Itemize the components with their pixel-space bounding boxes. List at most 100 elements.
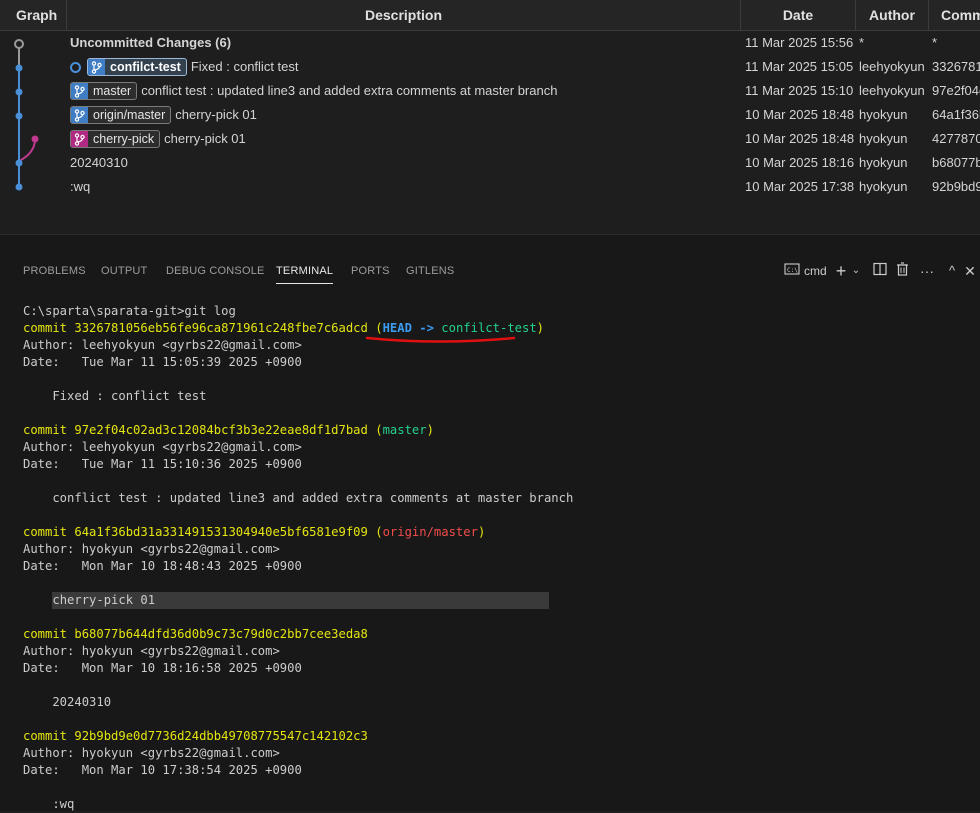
commit-column-header[interactable]: Comm	[929, 0, 980, 30]
date-line: Date: Mon Mar 10 18:16:58 2025 +0900	[23, 661, 302, 675]
commit-row[interactable]: confilct-test Fixed : conflict test 11 M…	[0, 55, 980, 79]
commit-description: Uncommitted Changes (6)	[70, 35, 232, 50]
commit-hash-text: commit 3326781056eb56fe96ca871961c248fbe…	[23, 321, 368, 335]
commit-hash: *	[932, 35, 938, 50]
selected-message-line[interactable]: cherry-pick 01	[52, 592, 550, 609]
commit-date: 10 Mar 2025 18:48	[745, 107, 855, 122]
tab-debug-console[interactable]: DEBUG CONSOLE	[166, 255, 265, 287]
add-terminal-icon[interactable]: +	[833, 261, 849, 281]
author-line: Author: hyokyun <gyrbs22@gmail.com>	[23, 542, 280, 556]
tab-gitlens[interactable]: GITLENS	[406, 255, 454, 287]
branch-ref-label: master	[93, 84, 132, 98]
tab-ports[interactable]: PORTS	[351, 255, 390, 287]
author-line: Author: leehyokyun <gyrbs22@gmail.com>	[23, 440, 302, 454]
branch-icon	[71, 107, 88, 123]
commit-description: cherry-pick 01	[164, 131, 246, 146]
svg-text:C:\: C:\	[787, 267, 798, 274]
remote-ref-label: origin/master	[93, 108, 166, 122]
commit-line: commit 64a1f36bd31a331491531304940e5bf65…	[23, 525, 486, 539]
commit-author: hyokyun	[859, 131, 908, 146]
commit-author: hyokyun	[859, 155, 908, 170]
tab-terminal[interactable]: TERMINAL	[276, 255, 334, 287]
commit-hash: b68077b	[932, 155, 980, 170]
commit-line: commit b68077b644dfd36d0b9c73c79d0c2bb7c…	[23, 627, 368, 641]
author-line: Author: hyokyun <gyrbs22@gmail.com>	[23, 746, 280, 760]
remote-ref-text: origin/master	[382, 525, 478, 539]
date-line: Date: Tue Mar 11 15:05:39 2025 +0900	[23, 355, 302, 369]
branch-icon	[71, 83, 88, 99]
commit-date: 10 Mar 2025 18:48	[745, 131, 855, 146]
branch-icon	[88, 59, 105, 75]
more-icon[interactable]: ···	[918, 261, 936, 281]
branch-ref-text: confilct-test	[441, 321, 537, 335]
head-ref-text: HEAD ->	[382, 321, 434, 335]
split-terminal-icon[interactable]	[872, 261, 888, 281]
message-line: 20240310	[23, 695, 112, 709]
maximize-panel-icon[interactable]: ^	[944, 261, 960, 281]
commit-description: Fixed : conflict test	[190, 59, 299, 74]
commit-line: commit 97e2f04c02ad3c12084bcf3b3e22eae8d…	[23, 423, 434, 437]
message-line: conflict test : updated line3 and added …	[23, 491, 574, 505]
commit-author: leehyokyun	[859, 59, 925, 74]
tab-problems[interactable]: PROBLEMS	[23, 255, 86, 287]
graph-table-header: Graph Description Date Author Comm	[0, 0, 980, 31]
branch-icon	[71, 131, 88, 147]
commit-date: 11 Mar 2025 15:56	[745, 35, 854, 50]
commit-description: cherry-pick 01	[175, 107, 257, 122]
commit-date: 11 Mar 2025 15:05	[745, 59, 854, 74]
tab-output[interactable]: OUTPUT	[101, 255, 147, 287]
commit-hash-text: commit 97e2f04c02ad3c12084bcf3b3e22eae8d…	[23, 423, 368, 437]
commit-row-uncommitted[interactable]: Uncommitted Changes (6) 11 Mar 2025 15:5…	[0, 31, 980, 55]
commit-date: 10 Mar 2025 18:16	[745, 155, 855, 170]
commit-description: conflict test : updated line3 and added …	[141, 83, 558, 98]
terminal-prompt-line: C:\sparta\sparata-git>git log	[23, 304, 236, 318]
branch-ref-label: cherry-pick	[93, 132, 155, 146]
commit-row[interactable]: 20240310 10 Mar 2025 18:16 hyokyun b6807…	[0, 151, 980, 175]
branch-ref-tag[interactable]: cherry-pick	[70, 130, 161, 148]
commit-hash: 92b9bd9	[932, 179, 980, 194]
trash-icon[interactable]	[894, 261, 910, 281]
terminal-output[interactable]: C:\sparta\sparata-git>git log commit 332…	[23, 303, 573, 813]
author-column-header[interactable]: Author	[856, 0, 929, 30]
author-line: Author: leehyokyun <gyrbs22@gmail.com>	[23, 338, 302, 352]
terminal-panel: PROBLEMS OUTPUT DEBUG CONSOLE TERMINAL P…	[0, 235, 980, 811]
commit-row[interactable]: origin/master cherry-pick 01 10 Mar 2025…	[0, 103, 980, 127]
date-line: Date: Mon Mar 10 18:48:43 2025 +0900	[23, 559, 302, 573]
dropdown-chevron-icon[interactable]: ⌄	[850, 261, 862, 281]
commit-line: commit 92b9bd9e0d7736d24dbb49708775547c1…	[23, 729, 368, 743]
commit-hash-text: commit 64a1f36bd31a331491531304940e5bf65…	[23, 525, 368, 539]
git-graph-panel: Graph Description Date Author Comm Uncom…	[0, 0, 980, 234]
commit-description: 20240310	[70, 155, 128, 170]
commit-hash: 97e2f04c	[932, 83, 980, 98]
message-line: Fixed : conflict test	[23, 389, 207, 403]
terminal-name[interactable]: cmd	[804, 261, 827, 281]
graph-column-header[interactable]: Graph	[0, 0, 67, 30]
description-column-header[interactable]: Description	[67, 0, 741, 30]
head-indicator-icon	[70, 61, 81, 73]
commit-description: :wq	[70, 179, 91, 194]
branch-ref-text: master	[382, 423, 427, 437]
commit-row[interactable]: cherry-pick cherry-pick 01 10 Mar 2025 1…	[0, 127, 980, 151]
commit-date: 10 Mar 2025 17:38	[745, 179, 855, 194]
commit-author: *	[859, 35, 865, 50]
commit-row[interactable]: :wq 10 Mar 2025 17:38 hyokyun 92b9bd9	[0, 175, 980, 199]
branch-ref-tag[interactable]: master	[70, 82, 138, 100]
commit-hash: 3326781	[932, 59, 980, 74]
author-line: Author: hyokyun <gyrbs22@gmail.com>	[23, 644, 280, 658]
panel-tab-bar: PROBLEMS OUTPUT DEBUG CONSOLE TERMINAL P…	[0, 255, 980, 287]
commit-hash: 64a1f36b	[932, 107, 980, 122]
commit-author: hyokyun	[859, 107, 908, 122]
commit-hash: 4277870	[932, 131, 980, 146]
date-column-header[interactable]: Date	[741, 0, 856, 30]
commit-line: commit 3326781056eb56fe96ca871961c248fbe…	[23, 321, 545, 335]
commit-author: hyokyun	[859, 179, 908, 194]
commit-row[interactable]: master conflict test : updated line3 and…	[0, 79, 980, 103]
remote-ref-tag[interactable]: origin/master	[70, 106, 172, 124]
terminal-icon[interactable]: C:\	[783, 261, 801, 281]
close-panel-icon[interactable]: ✕	[963, 261, 977, 281]
branch-ref-tag[interactable]: confilct-test	[87, 58, 187, 76]
branch-ref-label: confilct-test	[110, 60, 181, 74]
commit-date: 11 Mar 2025 15:10	[745, 83, 854, 98]
message-line: :wq	[23, 797, 75, 811]
date-line: Date: Mon Mar 10 17:38:54 2025 +0900	[23, 763, 302, 777]
